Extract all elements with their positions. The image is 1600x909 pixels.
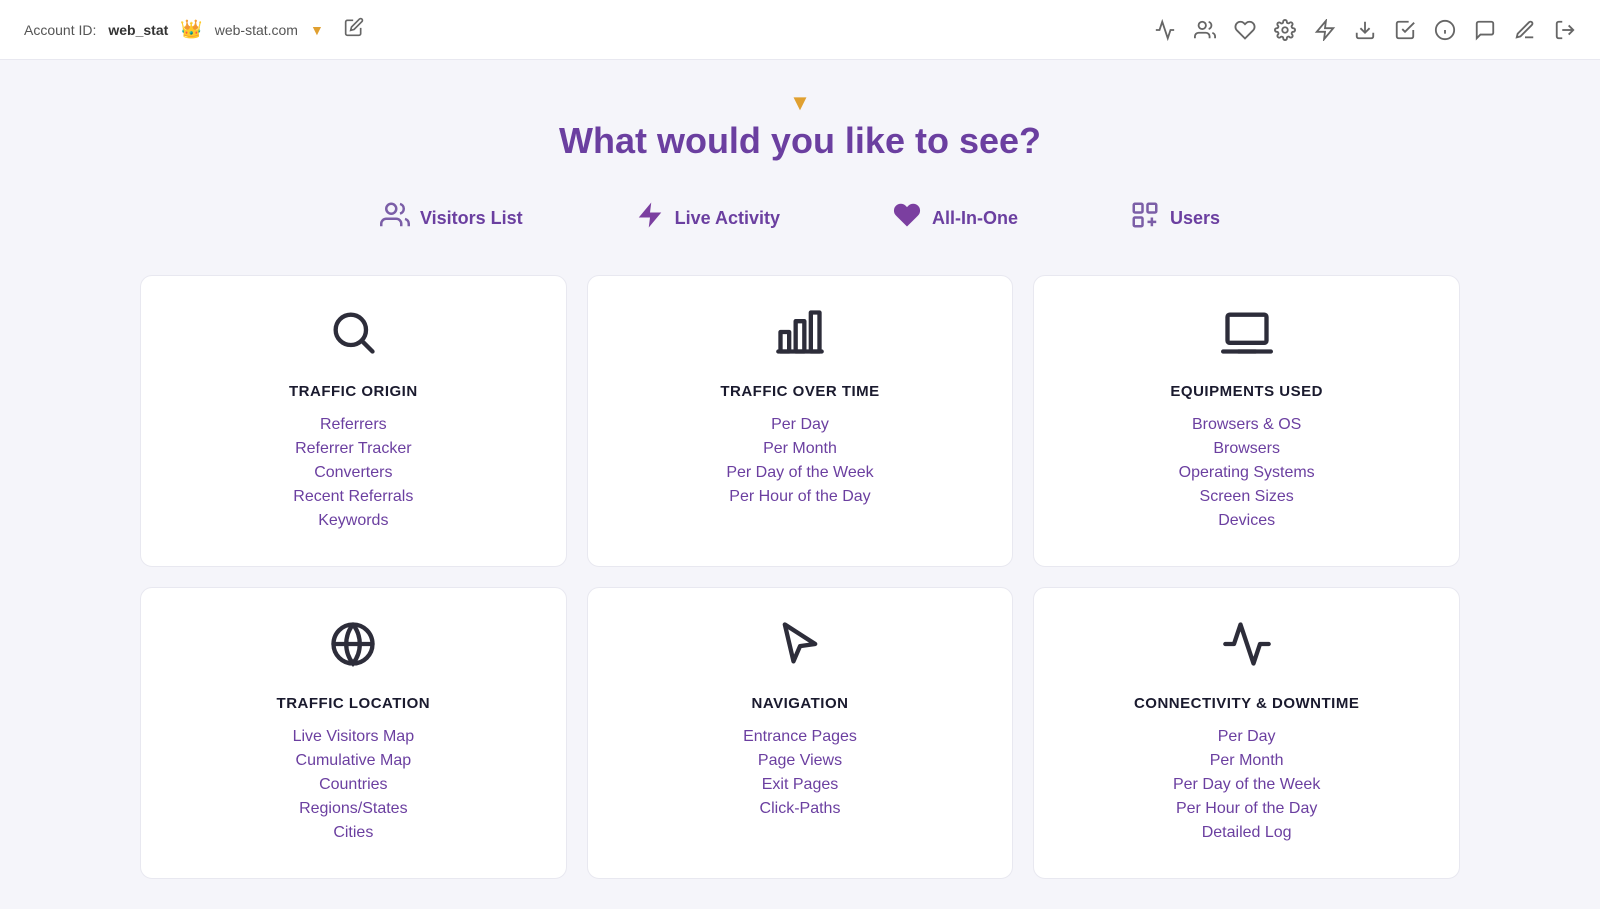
header-arrow-icon: ▼ bbox=[140, 90, 1460, 116]
link-detailed-log[interactable]: Detailed Log bbox=[1202, 824, 1292, 842]
link-referrer-tracker[interactable]: Referrer Tracker bbox=[295, 440, 411, 458]
download-icon[interactable] bbox=[1354, 19, 1376, 41]
settings-icon[interactable] bbox=[1274, 19, 1296, 41]
pencil-icon[interactable] bbox=[1514, 19, 1536, 41]
link-entrance-pages[interactable]: Entrance Pages bbox=[743, 728, 857, 746]
link-per-day[interactable]: Per Day bbox=[771, 416, 829, 434]
link-referrers[interactable]: Referrers bbox=[320, 416, 387, 434]
top-navigation: Account ID: web_stat 👑 web-stat.com ▼ bbox=[0, 0, 1600, 60]
link-operating-systems[interactable]: Operating Systems bbox=[1179, 464, 1315, 482]
live-activity-icon bbox=[635, 200, 665, 237]
link-devices[interactable]: Devices bbox=[1218, 512, 1275, 530]
cursor-icon bbox=[774, 618, 826, 679]
tab-live-activity[interactable]: Live Activity bbox=[619, 192, 796, 245]
card-traffic-location: TRAFFIC LOCATION Live Visitors Map Cumul… bbox=[140, 587, 567, 879]
link-per-day-of-week[interactable]: Per Day of the Week bbox=[726, 464, 873, 482]
link-conn-per-day[interactable]: Per Day bbox=[1218, 728, 1276, 746]
card-connectivity: CONNECTIVITY & DOWNTIME Per Day Per Mont… bbox=[1033, 587, 1460, 879]
analytics-icon[interactable] bbox=[1154, 19, 1176, 41]
tab-all-in-one-label: All-In-One bbox=[932, 208, 1018, 229]
tab-visitors-list-label: Visitors List bbox=[420, 208, 523, 229]
card-traffic-over-time: TRAFFIC OVER TIME Per Day Per Month Per … bbox=[587, 275, 1014, 567]
link-countries[interactable]: Countries bbox=[319, 776, 387, 794]
link-cities[interactable]: Cities bbox=[333, 824, 373, 842]
link-exit-pages[interactable]: Exit Pages bbox=[762, 776, 838, 794]
users-icon bbox=[1130, 200, 1160, 237]
nav-icons bbox=[1154, 19, 1576, 41]
logout-icon[interactable] bbox=[1554, 19, 1576, 41]
link-per-hour-of-day[interactable]: Per Hour of the Day bbox=[729, 488, 870, 506]
link-browsers-os[interactable]: Browsers & OS bbox=[1192, 416, 1301, 434]
chat-icon[interactable] bbox=[1474, 19, 1496, 41]
link-conn-per-month[interactable]: Per Month bbox=[1210, 752, 1284, 770]
group-users-icon[interactable] bbox=[1194, 19, 1216, 41]
dropdown-arrow-icon[interactable]: ▼ bbox=[310, 22, 324, 38]
card-navigation-links: Entrance Pages Page Views Exit Pages Cli… bbox=[743, 728, 857, 818]
link-page-views[interactable]: Page Views bbox=[758, 752, 842, 770]
link-conn-per-day-of-week[interactable]: Per Day of the Week bbox=[1173, 776, 1320, 794]
card-traffic-origin: TRAFFIC ORIGIN Referrers Referrer Tracke… bbox=[140, 275, 567, 567]
card-equipments-used-title: EQUIPMENTS USED bbox=[1170, 383, 1323, 400]
card-traffic-over-time-links: Per Day Per Month Per Day of the Week Pe… bbox=[726, 416, 873, 506]
main-content: ▼ What would you like to see? Visitors L… bbox=[0, 60, 1600, 909]
account-label: Account ID: bbox=[24, 22, 96, 38]
link-click-paths[interactable]: Click-Paths bbox=[760, 800, 841, 818]
edit-account-icon[interactable] bbox=[344, 17, 364, 43]
visitors-list-icon bbox=[380, 200, 410, 237]
link-recent-referrals[interactable]: Recent Referrals bbox=[293, 488, 413, 506]
account-id: web_stat bbox=[108, 22, 168, 38]
link-live-visitors-map[interactable]: Live Visitors Map bbox=[293, 728, 415, 746]
all-in-one-icon bbox=[892, 200, 922, 237]
bar-chart-icon bbox=[774, 306, 826, 367]
info-icon[interactable] bbox=[1434, 19, 1456, 41]
pulse-icon bbox=[1221, 618, 1273, 679]
card-equipments-used-links: Browsers & OS Browsers Operating Systems… bbox=[1179, 416, 1315, 530]
tab-live-activity-label: Live Activity bbox=[675, 208, 780, 229]
page-header: ▼ What would you like to see? bbox=[140, 90, 1460, 162]
tab-all-in-one[interactable]: All-In-One bbox=[876, 192, 1034, 245]
card-traffic-origin-links: Referrers Referrer Tracker Converters Re… bbox=[293, 416, 413, 530]
tab-users-label: Users bbox=[1170, 208, 1220, 229]
link-screen-sizes[interactable]: Screen Sizes bbox=[1200, 488, 1294, 506]
link-converters[interactable]: Converters bbox=[314, 464, 392, 482]
page-title: What would you like to see? bbox=[140, 120, 1460, 162]
account-url[interactable]: web-stat.com bbox=[215, 22, 298, 38]
cards-grid: TRAFFIC ORIGIN Referrers Referrer Tracke… bbox=[140, 275, 1460, 879]
link-cumulative-map[interactable]: Cumulative Map bbox=[296, 752, 412, 770]
search-icon bbox=[327, 306, 379, 367]
checkbox-icon[interactable] bbox=[1394, 19, 1416, 41]
bolt-icon[interactable] bbox=[1314, 19, 1336, 41]
card-traffic-origin-title: TRAFFIC ORIGIN bbox=[289, 383, 418, 400]
tab-visitors-list[interactable]: Visitors List bbox=[364, 192, 539, 245]
card-traffic-over-time-title: TRAFFIC OVER TIME bbox=[720, 383, 879, 400]
card-traffic-location-links: Live Visitors Map Cumulative Map Countri… bbox=[293, 728, 415, 842]
heart-nav-icon[interactable] bbox=[1234, 19, 1256, 41]
link-keywords[interactable]: Keywords bbox=[318, 512, 388, 530]
card-connectivity-links: Per Day Per Month Per Day of the Week Pe… bbox=[1173, 728, 1320, 842]
card-navigation: NAVIGATION Entrance Pages Page Views Exi… bbox=[587, 587, 1014, 879]
globe-icon bbox=[327, 618, 379, 679]
card-traffic-location-title: TRAFFIC LOCATION bbox=[277, 695, 431, 712]
crown-icon: 👑 bbox=[180, 19, 202, 40]
tab-users[interactable]: Users bbox=[1114, 192, 1236, 245]
link-regions-states[interactable]: Regions/States bbox=[299, 800, 408, 818]
card-connectivity-title: CONNECTIVITY & DOWNTIME bbox=[1134, 695, 1359, 712]
nav-tabs: Visitors List Live Activity All-In-One U… bbox=[140, 192, 1460, 245]
link-per-month[interactable]: Per Month bbox=[763, 440, 837, 458]
card-equipments-used: EQUIPMENTS USED Browsers & OS Browsers O… bbox=[1033, 275, 1460, 567]
laptop-icon bbox=[1221, 306, 1273, 367]
link-conn-per-hour-of-day[interactable]: Per Hour of the Day bbox=[1176, 800, 1317, 818]
link-browsers[interactable]: Browsers bbox=[1213, 440, 1280, 458]
card-navigation-title: NAVIGATION bbox=[752, 695, 849, 712]
